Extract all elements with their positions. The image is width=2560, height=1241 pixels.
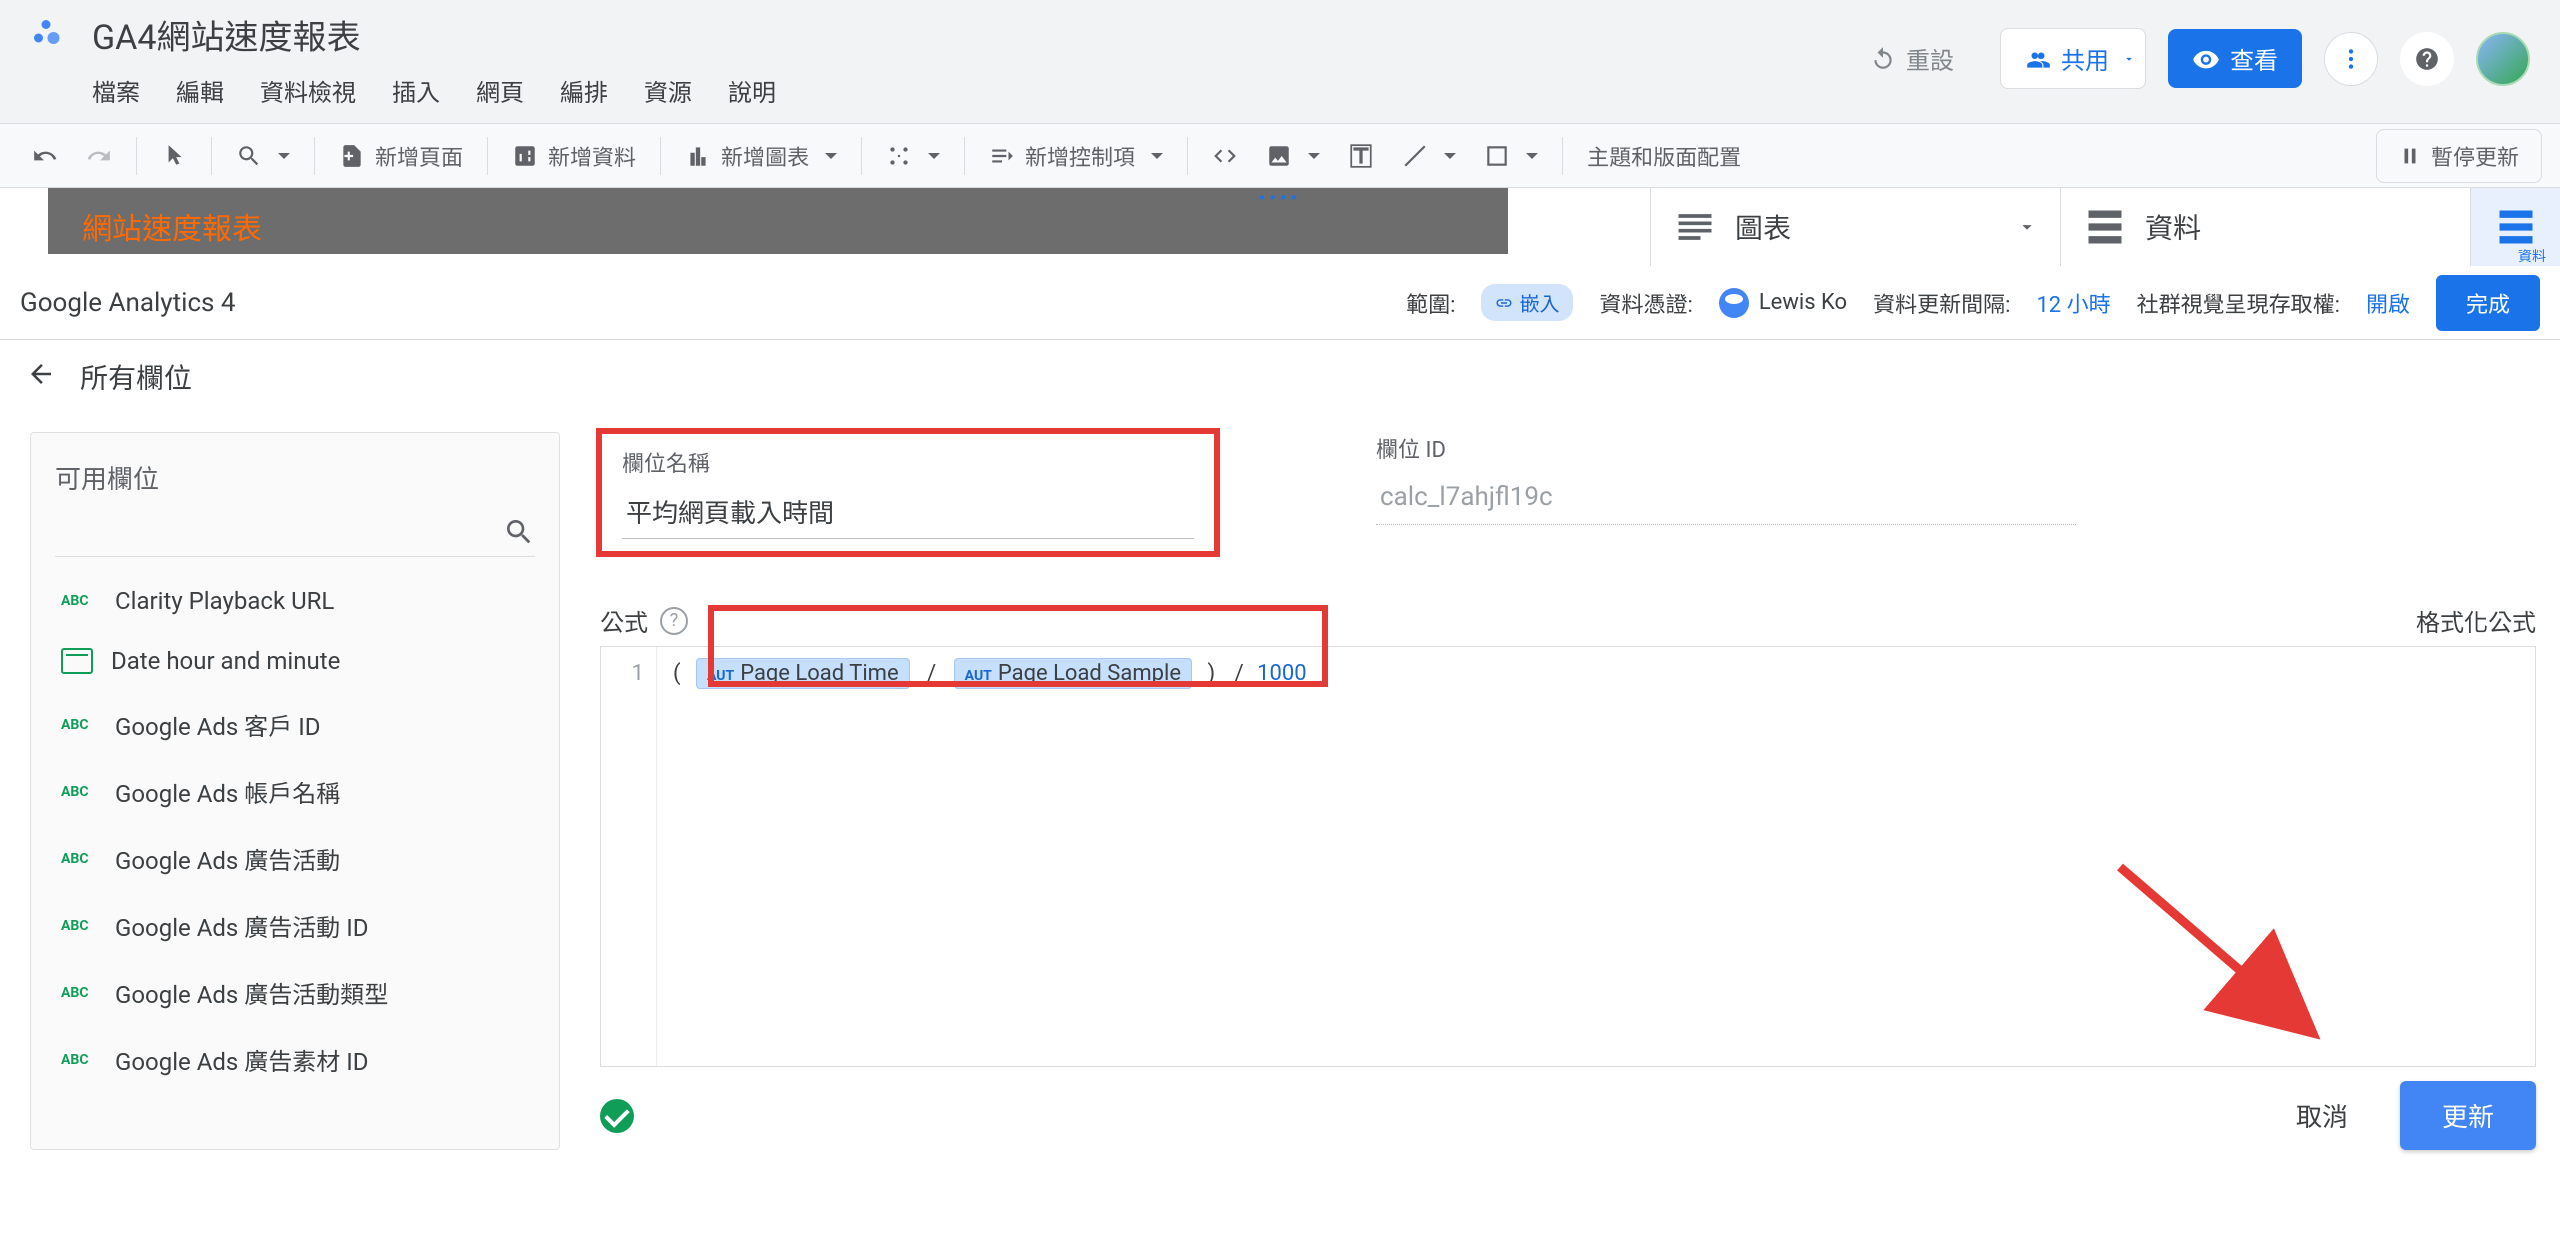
datasource-title: Google Analytics 4 xyxy=(20,288,236,318)
abc-type-icon: ABC xyxy=(61,985,97,1001)
image-dropdown[interactable] xyxy=(1252,135,1334,177)
abc-type-icon: ABC xyxy=(61,717,97,733)
back-row: 所有欄位 xyxy=(0,340,2560,414)
menu-file[interactable]: 檔案 xyxy=(92,73,140,108)
field-name-label: 欄位名稱 xyxy=(622,446,1194,478)
add-control-dropdown[interactable]: 新增控制項 xyxy=(975,132,1177,180)
menu-edit[interactable]: 編輯 xyxy=(176,73,224,108)
back-label: 所有欄位 xyxy=(80,357,192,397)
chart-panel-selector[interactable]: 圖表 xyxy=(1650,188,2060,266)
menu-view[interactable]: 資料檢視 xyxy=(260,73,356,108)
calendar-icon xyxy=(61,648,93,674)
line-dropdown[interactable] xyxy=(1388,135,1470,177)
looker-studio-logo-icon xyxy=(28,17,64,53)
datasource-header: Google Analytics 4 範圍: 嵌入 資料憑證: Lewis Ko… xyxy=(0,266,2560,340)
credential-user[interactable]: Lewis Ko xyxy=(1719,288,1847,318)
add-data-button[interactable]: 新增資料 xyxy=(498,132,650,180)
field-item[interactable]: ABC Google Ads 客戶 ID xyxy=(55,691,535,758)
redo-button[interactable] xyxy=(72,135,126,177)
formula-token-2[interactable]: AUTPage Load Sample xyxy=(954,658,1192,689)
calculated-field-editor: 可用欄位 ABC Clarity Playback URL Date hour an… xyxy=(0,414,2560,1174)
menu-arrange[interactable]: 編排 xyxy=(560,73,608,108)
menu-resource[interactable]: 資源 xyxy=(644,73,692,108)
field-id-box: 欄位 ID xyxy=(1376,432,2076,553)
select-tool[interactable] xyxy=(147,135,201,177)
formula-help-icon[interactable]: ? xyxy=(660,607,688,635)
add-page-button[interactable]: 新增頁面 xyxy=(325,132,477,180)
field-id-input xyxy=(1376,476,2076,525)
field-label: Google Ads 廣告活動 ID xyxy=(115,908,368,943)
toolbar: 新增頁面 新增資料 新增圖表 新增控制項 主題和版面配置 暫停更新 xyxy=(0,124,2560,188)
cancel-button[interactable]: 取消 xyxy=(2272,1083,2372,1148)
undo-button[interactable] xyxy=(18,135,72,177)
view-button[interactable]: 查看 xyxy=(2168,29,2302,88)
zoom-dropdown[interactable] xyxy=(222,135,304,177)
field-label: Google Ads 廣告活動類型 xyxy=(115,975,388,1010)
app-header: GA4網站速度報表 檔案 編輯 資料檢視 插入 網頁 編排 資源 說明 重設 共… xyxy=(0,0,2560,124)
abc-type-icon: ABC xyxy=(61,784,97,800)
format-formula-link[interactable]: 格式化公式 xyxy=(2416,603,2536,638)
formula-label: 公式 xyxy=(600,603,648,638)
document-title[interactable]: GA4網站速度報表 xyxy=(92,10,360,59)
available-fields-panel: 可用欄位 ABC Clarity Playback URL Date hour an… xyxy=(30,432,560,1150)
refresh-interval[interactable]: 12 小時 xyxy=(2036,287,2110,319)
abc-type-icon: ABC xyxy=(61,593,97,609)
field-item[interactable]: ABC Google Ads 帳戶名稱 xyxy=(55,758,535,825)
update-button[interactable]: 更新 xyxy=(2400,1081,2536,1150)
shape-dropdown[interactable] xyxy=(1470,135,1552,177)
theme-layout-button[interactable]: 主題和版面配置 xyxy=(1573,132,1755,180)
menu-page[interactable]: 網頁 xyxy=(476,73,524,108)
field-label: Clarity Playback URL xyxy=(115,587,334,615)
field-item[interactable]: ABC Google Ads 廣告活動 ID xyxy=(55,892,535,959)
field-search[interactable] xyxy=(55,516,535,557)
menu-insert[interactable]: 插入 xyxy=(392,73,440,108)
person-icon xyxy=(1719,288,1749,318)
canvas-strip: 網站速度報表 圖表 資料 資料 •••• xyxy=(0,188,2560,266)
validation-success-icon xyxy=(600,1099,634,1133)
field-label: Date hour and minute xyxy=(111,647,340,675)
community-access[interactable]: 開啟 xyxy=(2366,287,2410,319)
field-label: Google Ads 客戶 ID xyxy=(115,707,320,742)
field-item[interactable]: ABC Clarity Playback URL xyxy=(55,571,535,631)
help-button[interactable] xyxy=(2400,32,2454,86)
field-id-label: 欄位 ID xyxy=(1376,432,2076,464)
field-item[interactable]: ABC Google Ads 廣告活動類型 xyxy=(55,959,535,1026)
available-fields-title: 可用欄位 xyxy=(55,459,535,496)
field-item[interactable]: ABC Google Ads 廣告活動 xyxy=(55,825,535,892)
reset-button[interactable]: 重設 xyxy=(1846,29,1978,88)
data-panel-tab[interactable]: 資料 xyxy=(2060,188,2470,266)
data-side-panel-toggle[interactable] xyxy=(2470,188,2560,266)
formula-token-1[interactable]: AUTPage Load Time xyxy=(696,658,910,689)
field-label: Google Ads 廣告活動 xyxy=(115,841,340,876)
field-label: Google Ads 廣告素材 ID xyxy=(115,1042,368,1077)
abc-type-icon: ABC xyxy=(61,851,97,867)
formula-editor[interactable]: 1 ( AUTPage Load Time / AUTPage Load Sam… xyxy=(600,646,2536,1067)
field-item[interactable]: Date hour and minute xyxy=(55,631,535,691)
more-options-button[interactable] xyxy=(2324,32,2378,86)
field-item[interactable]: ABC Google Ads 廣告素材 ID xyxy=(55,1026,535,1093)
share-dropdown-icon[interactable] xyxy=(2112,28,2146,89)
abc-type-icon: ABC xyxy=(61,918,97,934)
field-name-box: 欄位名稱 xyxy=(600,432,1216,553)
user-avatar[interactable] xyxy=(2476,32,2530,86)
menu-bar: 檔案 編輯 資料檢視 插入 網頁 編排 資源 說明 xyxy=(28,73,776,108)
scope-chip[interactable]: 嵌入 xyxy=(1481,284,1573,321)
drag-handle-icon[interactable]: •••• xyxy=(1259,186,1302,210)
field-name-input[interactable] xyxy=(622,490,1194,539)
embed-button[interactable] xyxy=(1198,135,1252,177)
back-arrow-icon[interactable] xyxy=(26,359,56,396)
done-button[interactable]: 完成 xyxy=(2436,275,2540,331)
text-button[interactable] xyxy=(1334,135,1388,177)
add-chart-dropdown[interactable]: 新增圖表 xyxy=(671,132,851,180)
pause-update-button[interactable]: 暫停更新 xyxy=(2376,129,2542,183)
community-viz-dropdown[interactable] xyxy=(872,135,954,177)
field-label: Google Ads 帳戶名稱 xyxy=(115,774,340,809)
menu-help[interactable]: 說明 xyxy=(728,73,776,108)
abc-type-icon: ABC xyxy=(61,1052,97,1068)
